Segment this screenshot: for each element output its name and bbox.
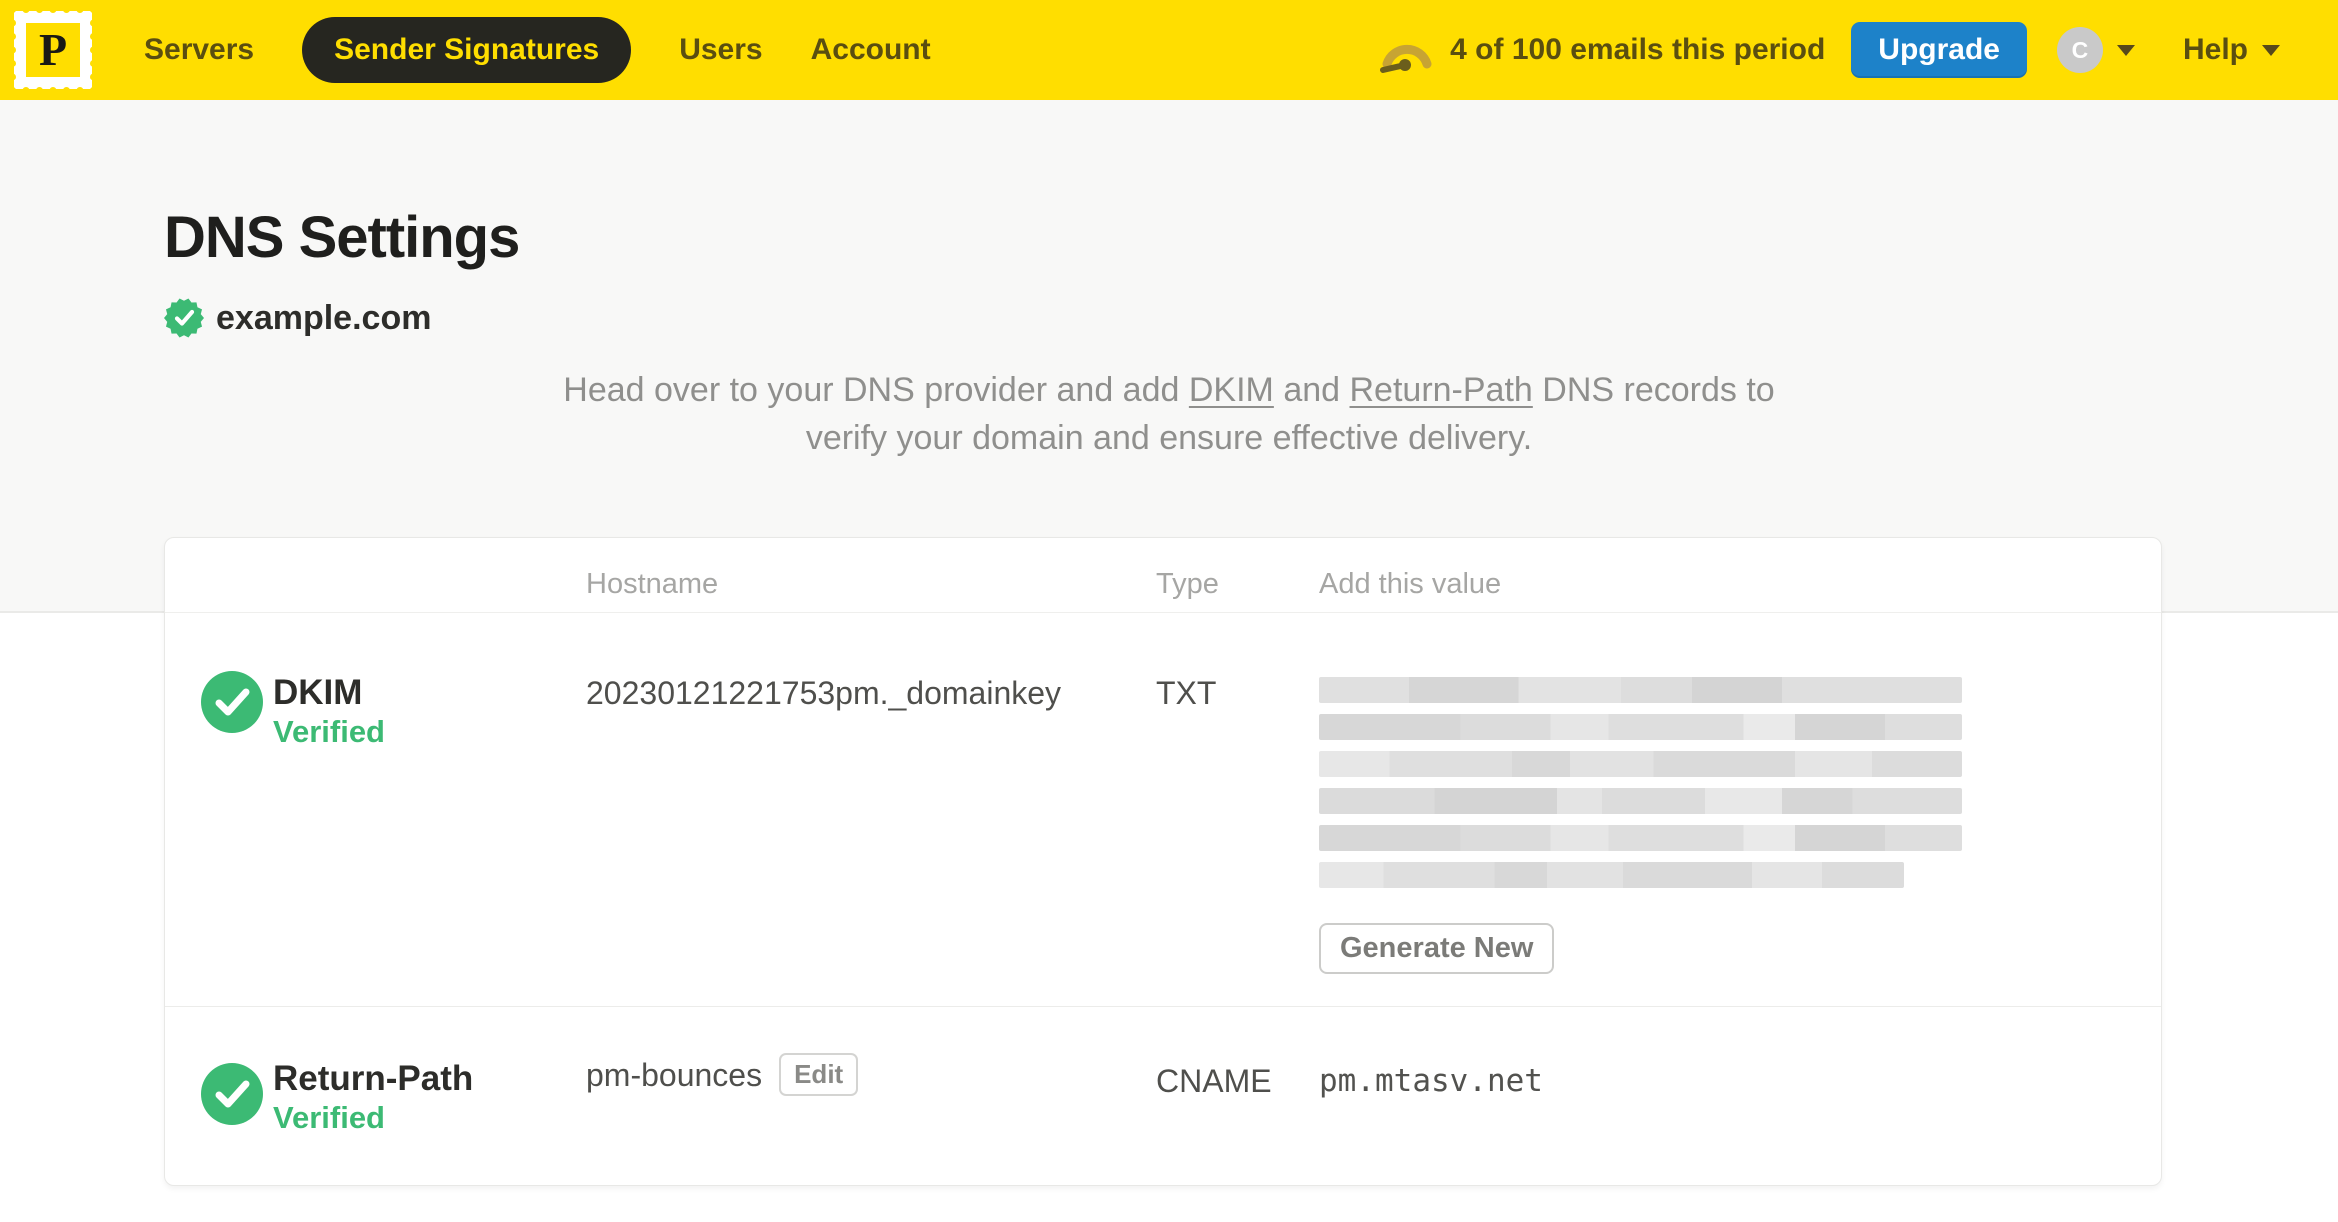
record-hostname: pm-bounces — [586, 1056, 763, 1093]
generate-new-button[interactable]: Generate New — [1319, 923, 1555, 974]
record-status-badge: Verified — [273, 714, 385, 749]
intro-paragraph: Head over to your DNS provider and add D… — [0, 366, 2338, 462]
help-label: Help — [2182, 33, 2248, 66]
account-menu[interactable]: C — [2056, 27, 2135, 73]
record-type: CNAME — [1156, 1063, 1272, 1099]
record-hostname: 20230121221753pm._domainkey — [586, 675, 1062, 711]
chevron-down-icon — [2116, 44, 2135, 56]
table-header: Hostname Type Add this value — [165, 538, 2161, 613]
record-name: Return-Path — [273, 1059, 474, 1098]
main-content: DNS Settings example.com Head over to yo… — [0, 0, 2338, 1222]
usage-counter: 4 of 100 emails this period — [1450, 33, 1826, 66]
return-path-link[interactable]: Return-Path — [1350, 371, 1533, 409]
page-title: DNS Settings — [164, 205, 520, 270]
gauge-icon — [1380, 44, 1432, 73]
logo-letter: P — [38, 24, 68, 75]
nav-item-sender-signatures[interactable]: Sender Signatures — [302, 17, 632, 83]
record-value: pm.mtasv.net — [1319, 1063, 1543, 1099]
column-header-hostname: Hostname — [586, 568, 719, 600]
dkim-link[interactable]: DKIM — [1189, 371, 1274, 409]
stamp-inner: P — [26, 23, 80, 77]
record-name: DKIM — [273, 673, 363, 712]
table-row-return-path: Return-Path Verified pm-bounces Edit CNA… — [165, 1006, 2161, 1184]
record-type: TXT — [1156, 675, 1217, 711]
redacted-value-line — [1319, 788, 1962, 814]
intro-text-2: and — [1273, 371, 1350, 409]
redacted-value-line — [1319, 714, 1962, 740]
verified-domain: example.com — [164, 298, 431, 338]
help-menu[interactable]: Help — [2183, 33, 2280, 67]
page: P Servers Sender Signatures Users Accoun… — [0, 0, 2338, 1222]
navbar-right-cluster: 4 of 100 emails this period Upgrade C He… — [1378, 22, 2280, 78]
edit-button[interactable]: Edit — [779, 1053, 859, 1096]
primary-nav: Servers Sender Signatures Users Account — [144, 17, 931, 83]
column-header-value: Add this value — [1319, 568, 1502, 600]
redacted-value-line — [1319, 862, 1904, 888]
record-hostname-group: pm-bounces Edit — [586, 1053, 859, 1096]
verified-seal-icon — [164, 298, 204, 338]
table-row-dkim: DKIM Verified 20230121221753pm._domainke… — [165, 613, 2161, 1006]
domain-name: example.com — [216, 298, 432, 337]
redacted-value-line — [1319, 677, 1962, 703]
upgrade-button[interactable]: Upgrade — [1851, 22, 2027, 78]
record-value-redacted: Generate New — [1319, 677, 1962, 974]
dns-records-table: Hostname Type Add this value DKIM Verifi… — [164, 537, 2162, 1186]
intro-text-1: Head over to your DNS provider and add — [563, 371, 1189, 409]
verified-check-icon — [201, 1063, 263, 1125]
column-header-type: Type — [1156, 568, 1219, 600]
avatar[interactable]: C — [2056, 27, 2103, 73]
nav-item-users[interactable]: Users — [679, 33, 762, 67]
chevron-down-icon — [2262, 44, 2280, 56]
redacted-value-line — [1319, 751, 1962, 777]
nav-item-servers[interactable]: Servers — [144, 33, 254, 67]
record-status-badge: Verified — [273, 1100, 385, 1135]
verified-check-icon — [201, 671, 263, 733]
top-navbar: P Servers Sender Signatures Users Accoun… — [0, 0, 2338, 100]
redacted-value-line — [1319, 825, 1962, 851]
nav-item-account[interactable]: Account — [811, 33, 931, 67]
postmark-logo[interactable]: P — [9, 6, 97, 94]
